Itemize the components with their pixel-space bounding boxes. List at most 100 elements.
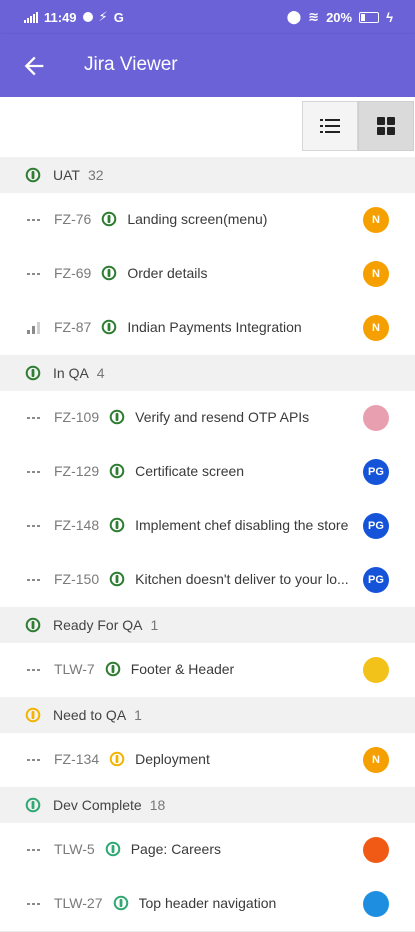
issue-row[interactable]: FZ-69 Order details N	[0, 247, 415, 302]
issue-row[interactable]: TLW-5 Page: Careers	[0, 823, 415, 878]
message-icon	[82, 12, 93, 22]
issue-key: FZ-87	[54, 319, 92, 335]
issue-summary: Order details	[127, 265, 208, 281]
status-icon	[25, 167, 41, 183]
priority-dots-icon	[27, 267, 43, 281]
issue-row[interactable]: TLW-27 Top header navigation	[0, 877, 415, 932]
battery-icon	[359, 11, 380, 23]
issue-row[interactable]: TLW-7 Footer & Header	[0, 643, 415, 698]
assignee-avatar[interactable]: N	[363, 261, 389, 287]
issue-row[interactable]: FZ-87 Indian Payments Integration N	[0, 301, 415, 356]
issue-status-icon	[109, 409, 125, 425]
priority-dots-icon	[27, 213, 43, 227]
priority-dots-icon	[27, 411, 43, 425]
group-name: Dev Complete	[53, 797, 142, 813]
group-header: Need to QA 1	[0, 697, 415, 733]
location-icon: ⬤	[286, 9, 302, 24]
g-icon: G	[113, 9, 124, 25]
assignee-avatar[interactable]	[363, 891, 389, 917]
issue-row[interactable]: FZ-134 Deployment N	[0, 733, 415, 788]
issue-key: TLW-5	[54, 841, 95, 857]
charging-icon: ϟ	[386, 9, 393, 25]
grid-view-icon	[377, 117, 395, 135]
priority-dots-icon	[27, 753, 43, 767]
issue-row[interactable]: FZ-148 Implement chef disabling the store…	[0, 499, 415, 554]
issue-status-icon	[113, 895, 128, 911]
priority-dots	[27, 849, 40, 851]
issue-status-icon	[109, 517, 125, 533]
priority-dots	[27, 417, 40, 419]
issue-status-icon	[105, 841, 121, 857]
issue-summary: Deployment	[135, 751, 210, 767]
group-count: 18	[149, 797, 166, 813]
issue-key: FZ-134	[54, 751, 100, 767]
issue-summary: Top header navigation	[138, 895, 277, 911]
assignee-avatar[interactable]: N	[363, 207, 389, 233]
issue-row[interactable]: FZ-129 Certificate screen PG	[0, 445, 415, 500]
assignee-avatar[interactable]	[363, 837, 389, 863]
assignee-avatar[interactable]: PG	[363, 567, 389, 593]
list-view-button[interactable]	[302, 101, 358, 151]
priority-dots-icon	[27, 897, 43, 911]
status-icon	[25, 707, 41, 723]
issue-key: TLW-7	[54, 661, 95, 677]
priority-dots	[27, 669, 40, 671]
group-count: 1	[150, 617, 159, 633]
priority-dots	[27, 525, 40, 527]
assignee-avatar[interactable]: PG	[363, 459, 389, 485]
issue-status-icon	[105, 661, 121, 677]
group-name: UAT	[53, 167, 80, 183]
issue-key: FZ-109	[54, 409, 100, 425]
issue-summary: Page: Careers	[130, 841, 221, 857]
priority-dots	[27, 759, 40, 761]
issue-key: FZ-76	[54, 211, 92, 227]
issue-summary: Indian Payments Integration	[127, 319, 302, 335]
status-time: 11:49	[44, 9, 77, 25]
issue-summary: Implement chef disabling the store	[135, 517, 349, 533]
issue-status-icon	[109, 751, 125, 767]
assignee-avatar[interactable]	[363, 657, 389, 683]
priority-dots-icon	[27, 465, 43, 479]
assignee-avatar[interactable]: PG	[363, 513, 389, 539]
assignee-avatar[interactable]: N	[363, 747, 389, 773]
group-header: UAT 32	[0, 157, 415, 193]
group-name: In QA	[53, 365, 89, 381]
issue-row[interactable]: FZ-76 Landing screen(menu) N	[0, 193, 415, 248]
issue-row[interactable]: FZ-109 Verify and resend OTP APIs	[0, 391, 415, 446]
status-bar: 11:49 ⚡ G ⬤ ≋ 20% ϟ	[0, 0, 415, 34]
issue-key: FZ-148	[54, 517, 100, 533]
priority-dots	[27, 273, 40, 275]
issue-summary: Verify and resend OTP APIs	[135, 409, 310, 425]
issue-status-icon	[109, 571, 125, 587]
wifi-icon: ≋	[308, 9, 320, 24]
battery-label: 20%	[326, 9, 353, 25]
app-bar: Jira Viewer	[0, 34, 415, 97]
group-header: In QA 4	[0, 355, 415, 391]
group-name: Need to QA	[53, 707, 127, 723]
priority-dots-icon	[27, 573, 43, 587]
priority-dots	[27, 579, 40, 581]
priority-dots-icon	[27, 843, 43, 857]
lightning-icon: ⚡	[98, 9, 108, 24]
issue-summary: Kitchen doesn't deliver to your lo...	[135, 571, 349, 587]
group-count: 4	[96, 365, 105, 381]
issue-status-icon	[102, 319, 117, 335]
issue-summary: Certificate screen	[135, 463, 245, 479]
assignee-avatar[interactable]: N	[363, 315, 389, 341]
assignee-avatar[interactable]	[363, 405, 389, 431]
status-icon	[25, 365, 41, 381]
issue-summary: Landing screen(menu)	[127, 211, 268, 227]
group-count: 32	[87, 167, 104, 183]
issue-row[interactable]: FZ-150 Kitchen doesn't deliver to your lo…	[0, 553, 415, 608]
issue-key: FZ-129	[54, 463, 100, 479]
signal-icon	[24, 11, 38, 23]
issue-status-icon	[102, 211, 117, 227]
priority-dots-icon	[27, 663, 43, 677]
status-icon	[25, 797, 41, 813]
group-header: Ready For QA 1	[0, 607, 415, 643]
group-header: Dev Complete 18	[0, 787, 415, 823]
grid-view-button[interactable]	[358, 101, 414, 151]
priority-dots	[27, 471, 40, 473]
issue-status-icon	[109, 463, 125, 479]
back-arrow-icon[interactable]	[20, 52, 48, 80]
